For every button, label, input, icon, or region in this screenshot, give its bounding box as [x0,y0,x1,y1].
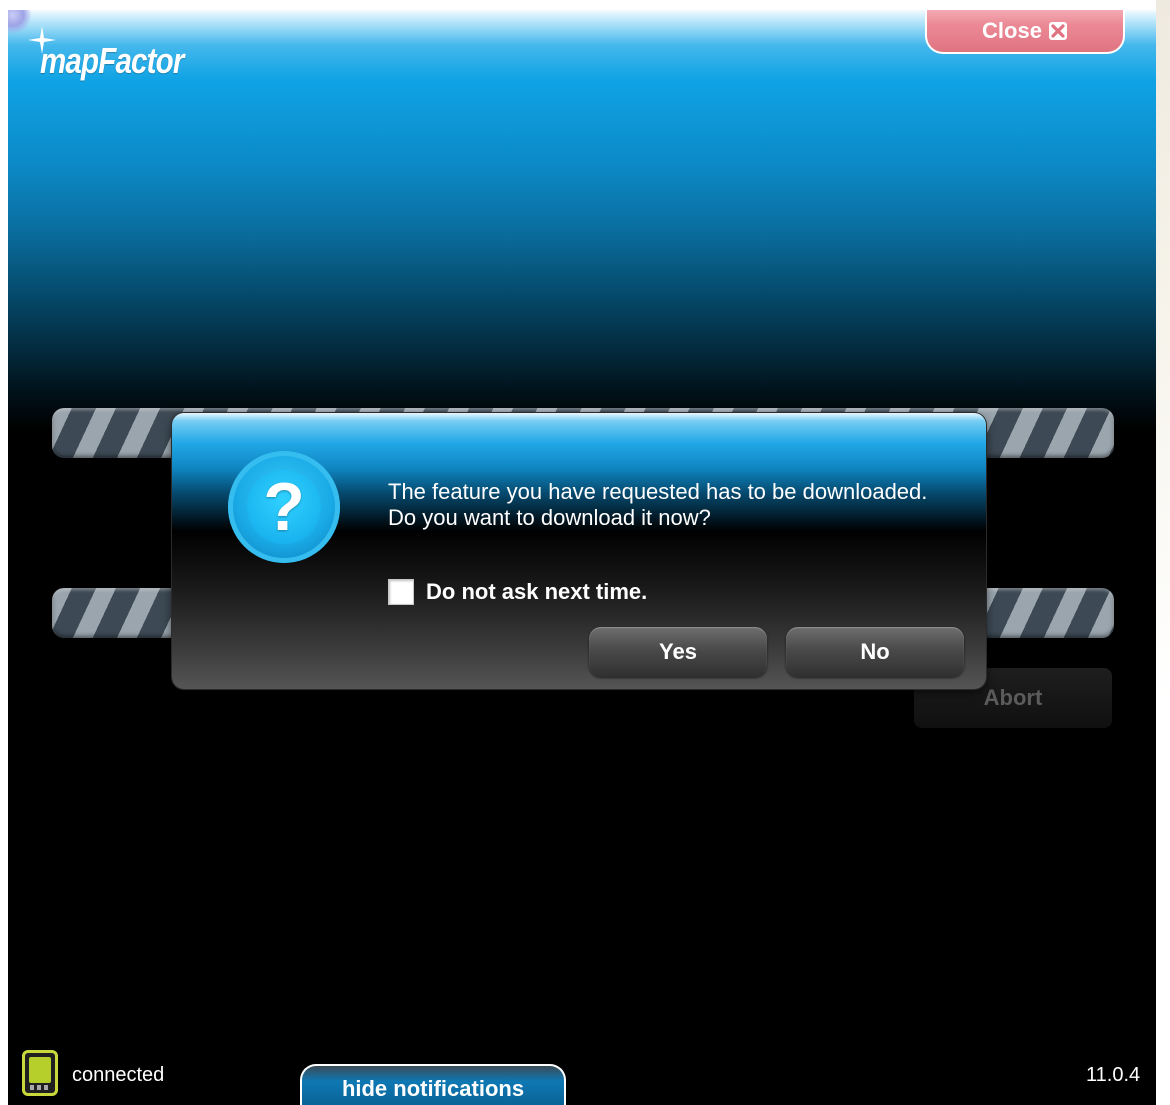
question-icon: ? [228,451,340,563]
close-x-icon [1048,21,1068,41]
confirm-dialog: ? The feature you have requested has to … [172,413,986,689]
close-button[interactable]: Close [925,10,1125,54]
window-edge [1156,0,1170,1105]
logo: mapFactor [40,40,184,81]
do-not-ask-checkbox-row[interactable]: Do not ask next time. [388,579,647,605]
no-button[interactable]: No [786,627,964,677]
do-not-ask-checkbox[interactable] [388,579,414,605]
device-icon [22,1050,58,1096]
version-label: 11.0.4 [1086,1064,1141,1086]
close-button-label: Close [982,18,1042,43]
hide-notifications-tab[interactable]: hide notifications [300,1064,566,1105]
question-mark-glyph: ? [247,470,321,544]
connection-status: connected [72,1064,165,1086]
do-not-ask-label[interactable]: Do not ask next time. [426,579,647,605]
device-screen [29,1057,51,1083]
yes-button[interactable]: Yes [589,627,767,677]
dialog-message: The feature you have requested has to be… [388,479,928,530]
device-buttons [30,1085,50,1090]
